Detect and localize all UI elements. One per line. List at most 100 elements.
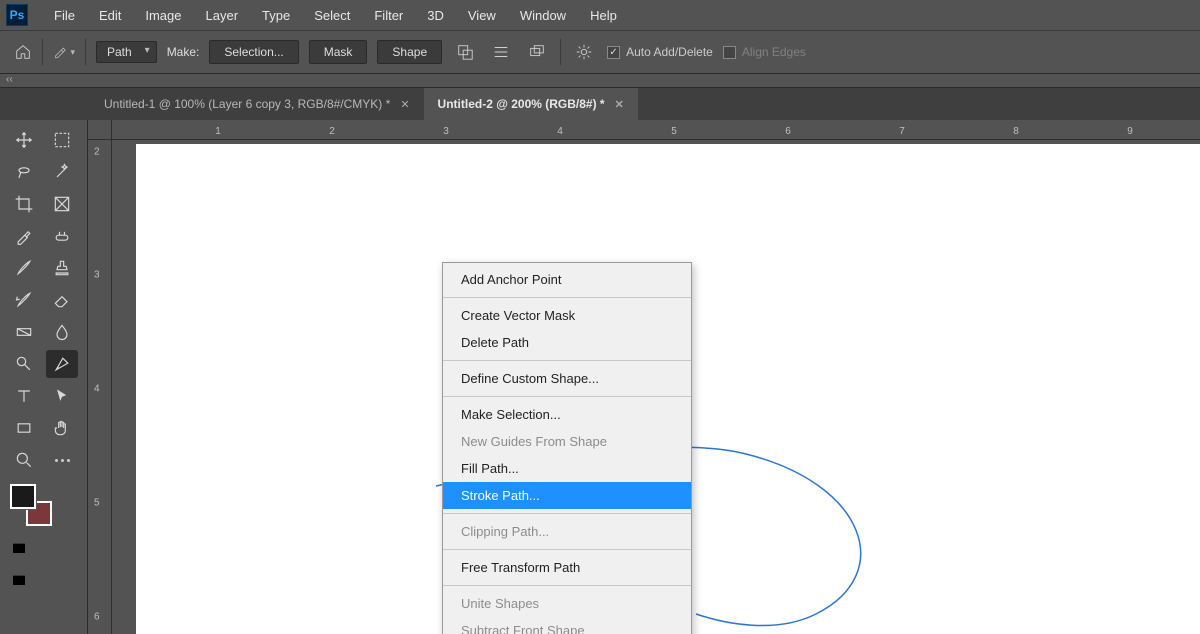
hand-tool-icon[interactable]	[46, 414, 78, 442]
edit-toolbar-icon[interactable]	[46, 446, 78, 474]
ruler-tick-label: 6	[94, 612, 100, 623]
align-edges-label: Align Edges	[742, 45, 806, 59]
ctx-make-selection[interactable]: Make Selection...	[443, 401, 691, 428]
ruler-origin[interactable]	[88, 120, 112, 140]
path-operations-icon[interactable]	[452, 39, 478, 65]
ctx-delete-path[interactable]: Delete Path	[443, 329, 691, 356]
dodge-tool-icon[interactable]	[8, 350, 40, 378]
ruler-tick-label: 2	[329, 126, 335, 137]
horizontal-ruler[interactable]: 1 2 3 4 5 6 7 8 9	[112, 120, 1200, 140]
menu-filter[interactable]: Filter	[362, 0, 415, 30]
ruler-tick-label: 3	[443, 126, 449, 137]
path-alignment-icon[interactable]	[488, 39, 514, 65]
close-icon[interactable]: ✕	[615, 98, 624, 111]
document-area: 1 2 3 4 5 6 7 8 9 2 3 4 5 6 Add Anch	[88, 120, 1200, 634]
rectangle-tool-icon[interactable]	[8, 414, 40, 442]
document-tab-2[interactable]: Untitled-2 @ 200% (RGB/8#) * ✕	[424, 88, 638, 120]
ruler-tick-label: 3	[94, 270, 100, 281]
move-tool-icon[interactable]	[8, 126, 40, 154]
healing-brush-tool-icon[interactable]	[46, 222, 78, 250]
ctx-clipping-path: Clipping Path...	[443, 518, 691, 545]
make-shape-button[interactable]: Shape	[377, 40, 442, 64]
tool-mode-dropdown[interactable]: Path	[96, 41, 157, 63]
ctx-unite-shapes: Unite Shapes	[443, 590, 691, 617]
menu-3d[interactable]: 3D	[415, 0, 456, 30]
screen-mode-icon[interactable]	[8, 572, 30, 590]
document-tab-1[interactable]: Untitled-1 @ 100% (Layer 6 copy 3, RGB/8…	[90, 88, 424, 120]
canvas-viewport[interactable]: Add Anchor Point Create Vector Mask Dele…	[112, 140, 1200, 634]
gear-icon[interactable]	[571, 39, 597, 65]
path-arrangement-icon[interactable]	[524, 39, 550, 65]
auto-add-delete-checkbox[interactable]: ✓ Auto Add/Delete	[607, 45, 713, 59]
pen-tool-indicator-icon[interactable]: ▾	[53, 43, 75, 61]
panel-collapse-strip: ‹‹	[0, 74, 1200, 88]
stamp-tool-icon[interactable]	[46, 254, 78, 282]
ruler-tick-label: 8	[1013, 126, 1019, 137]
ruler-tick-label: 7	[899, 126, 905, 137]
brush-tool-icon[interactable]	[8, 254, 40, 282]
menu-view[interactable]: View	[456, 0, 508, 30]
pen-tool-icon[interactable]	[46, 350, 78, 378]
ctx-free-transform-path[interactable]: Free Transform Path	[443, 554, 691, 581]
menu-select[interactable]: Select	[302, 0, 362, 30]
quick-mask-icon[interactable]	[8, 540, 30, 558]
document-tab-strip: Untitled-1 @ 100% (Layer 6 copy 3, RGB/8…	[0, 88, 1200, 120]
collapse-panels-icon[interactable]: ‹‹	[6, 74, 13, 85]
divider	[560, 39, 561, 65]
main-area: 1 2 3 4 5 6 7 8 9 2 3 4 5 6 Add Anch	[0, 120, 1200, 634]
ruler-tick-label: 5	[94, 498, 100, 509]
ruler-tick-label: 1	[215, 126, 221, 137]
blur-tool-icon[interactable]	[46, 318, 78, 346]
path-selection-tool-icon[interactable]	[46, 382, 78, 410]
crop-tool-icon[interactable]	[8, 190, 40, 218]
ruler-tick-label: 9	[1127, 126, 1133, 137]
ctx-separator	[443, 513, 691, 514]
divider	[42, 39, 43, 65]
ruler-tick-label: 4	[94, 384, 100, 395]
divider	[85, 39, 86, 65]
menu-window[interactable]: Window	[508, 0, 578, 30]
marquee-tool-icon[interactable]	[46, 126, 78, 154]
ctx-create-vector-mask[interactable]: Create Vector Mask	[443, 302, 691, 329]
menu-file[interactable]: File	[42, 0, 87, 30]
ctx-stroke-path[interactable]: Stroke Path...	[443, 482, 691, 509]
ctx-subtract-front-shape: Subtract Front Shape	[443, 617, 691, 634]
type-tool-icon[interactable]	[8, 382, 40, 410]
options-bar: ▾ Path Make: Selection... Mask Shape ✓ A…	[0, 30, 1200, 74]
make-selection-button[interactable]: Selection...	[209, 40, 298, 64]
ruler-tick-label: 2	[94, 147, 100, 158]
menubar: Ps File Edit Image Layer Type Select Fil…	[0, 0, 1200, 30]
menu-type[interactable]: Type	[250, 0, 302, 30]
ctx-separator	[443, 549, 691, 550]
ctx-separator	[443, 396, 691, 397]
vertical-ruler[interactable]: 2 3 4 5 6	[88, 140, 112, 634]
frame-tool-icon[interactable]	[46, 190, 78, 218]
tools-panel	[0, 120, 88, 634]
ctx-add-anchor-point[interactable]: Add Anchor Point	[443, 266, 691, 293]
eyedropper-tool-icon[interactable]	[8, 222, 40, 250]
checkmark-icon: ✓	[607, 46, 620, 59]
gradient-tool-icon[interactable]	[8, 318, 40, 346]
foreground-color-swatch[interactable]	[10, 484, 36, 509]
menu-edit[interactable]: Edit	[87, 0, 133, 30]
eraser-tool-icon[interactable]	[46, 286, 78, 314]
menu-help[interactable]: Help	[578, 0, 629, 30]
ctx-define-custom-shape[interactable]: Define Custom Shape...	[443, 365, 691, 392]
document-tab-label: Untitled-1 @ 100% (Layer 6 copy 3, RGB/8…	[104, 97, 390, 111]
menu-layer[interactable]: Layer	[194, 0, 251, 30]
ctx-separator	[443, 297, 691, 298]
color-swatches[interactable]	[10, 484, 52, 526]
zoom-tool-icon[interactable]	[8, 446, 40, 474]
home-icon[interactable]	[14, 43, 32, 61]
lasso-tool-icon[interactable]	[8, 158, 40, 186]
make-mask-button[interactable]: Mask	[309, 40, 368, 64]
ctx-new-guides-from-shape: New Guides From Shape	[443, 428, 691, 455]
menu-image[interactable]: Image	[133, 0, 193, 30]
history-brush-tool-icon[interactable]	[8, 286, 40, 314]
close-icon[interactable]: ✕	[400, 98, 409, 111]
ctx-fill-path[interactable]: Fill Path...	[443, 455, 691, 482]
magic-wand-tool-icon[interactable]	[46, 158, 78, 186]
document-tab-label: Untitled-2 @ 200% (RGB/8#) *	[438, 97, 605, 111]
make-label: Make:	[167, 45, 200, 59]
ruler-tick-label: 6	[785, 126, 791, 137]
